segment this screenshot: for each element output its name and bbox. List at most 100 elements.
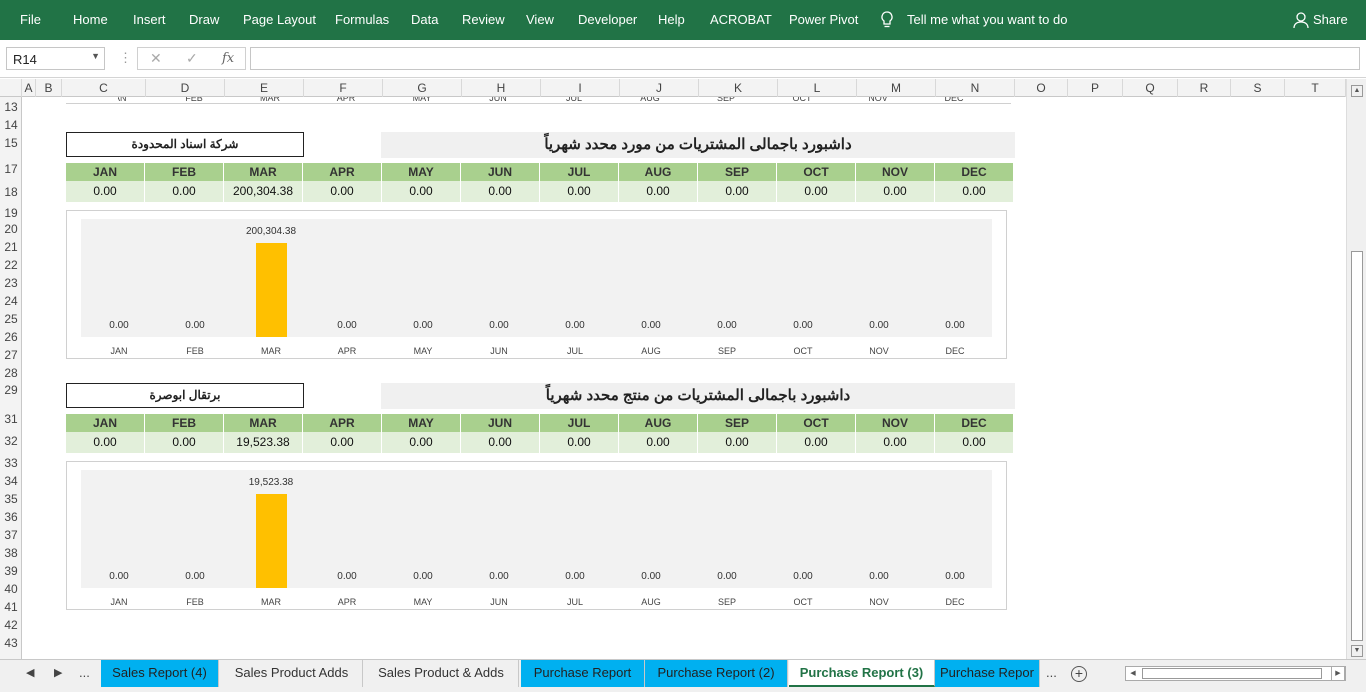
dashboard2-bar-mar[interactable] — [256, 494, 287, 588]
ribbon-tab-review[interactable]: Review — [462, 12, 505, 27]
dashboard1-value-sep[interactable]: 0.00 — [698, 181, 777, 202]
column-header-I[interactable]: I — [541, 79, 620, 97]
dashboard2-value-jun[interactable]: 0.00 — [461, 432, 540, 453]
sheet-tab-0[interactable]: Sales Report (4) — [101, 660, 219, 687]
enter-icon[interactable]: ✓ — [186, 50, 198, 67]
dashboard1-value-mar[interactable]: 200,304.38 — [224, 181, 303, 202]
dashboard1-value-apr[interactable]: 0.00 — [303, 181, 382, 202]
dashboard2-value-feb[interactable]: 0.00 — [145, 432, 224, 453]
dashboard2-value-sep[interactable]: 0.00 — [698, 432, 777, 453]
sheet-more-left[interactable]: ... — [79, 665, 90, 680]
dashboard2-month-aug[interactable]: AUG — [619, 414, 698, 432]
row-header-38[interactable]: 38 — [0, 546, 22, 560]
tell-me-search[interactable]: Tell me what you want to do — [907, 12, 1067, 27]
row-header-21[interactable]: 21 — [0, 240, 22, 254]
add-sheet-icon[interactable]: + — [1071, 666, 1087, 682]
column-header-E[interactable]: E — [225, 79, 304, 97]
dashboard2-value-nov[interactable]: 0.00 — [856, 432, 935, 453]
dashboard1-value-jul[interactable]: 0.00 — [540, 181, 619, 202]
row-header-39[interactable]: 39 — [0, 564, 22, 578]
sheet-tab-3[interactable]: Purchase Report — [521, 660, 645, 687]
sheet-tab-5[interactable]: Purchase Report (3) — [789, 660, 935, 687]
dashboard2-month-feb[interactable]: FEB — [145, 414, 224, 432]
column-header-M[interactable]: M — [857, 79, 936, 97]
sheet-tab-4[interactable]: Purchase Report (2) — [645, 660, 788, 687]
dashboard2-month-oct[interactable]: OCT — [777, 414, 856, 432]
row-header-25[interactable]: 25 — [0, 312, 22, 326]
dashboard1-month-apr[interactable]: APR — [303, 163, 382, 181]
ribbon-tab-formulas[interactable]: Formulas — [335, 12, 389, 27]
sheet-tab-2[interactable]: Sales Product & Adds — [364, 660, 519, 687]
dashboard1-month-jul[interactable]: JUL — [540, 163, 619, 181]
ribbon-tab-page-layout[interactable]: Page Layout — [243, 12, 316, 27]
dashboard2-chart[interactable]: 0.00 0.00 19,523.38 0.00 0.00 0.00 0.00 0.00 0.0… — [66, 461, 1007, 610]
worksheet-grid[interactable]: JANFEBMARAPRMAYJUNJULAUGSEPOCTNOVDEC شرك… — [22, 97, 1346, 659]
row-header-28[interactable]: 28 — [0, 366, 22, 380]
row-header-15[interactable]: 15 — [0, 136, 22, 150]
dashboard1-value-feb[interactable]: 0.00 — [145, 181, 224, 202]
share-button[interactable]: Share — [1313, 12, 1348, 27]
name-box[interactable]: R14 ▼ — [6, 47, 105, 70]
column-header-J[interactable]: J — [620, 79, 699, 97]
select-all-corner[interactable] — [0, 79, 22, 97]
dashboard2-value-jan[interactable]: 0.00 — [66, 432, 145, 453]
dashboard1-bar-mar[interactable] — [256, 243, 287, 337]
sheet-tab-6[interactable]: Purchase Repor — [935, 660, 1040, 687]
dashboard1-month-dec[interactable]: DEC — [935, 163, 1014, 181]
dashboard2-month-sep[interactable]: SEP — [698, 414, 777, 432]
ribbon-tab-file[interactable]: File — [20, 12, 41, 27]
cancel-icon[interactable]: ✕ — [150, 50, 162, 67]
row-header-35[interactable]: 35 — [0, 492, 22, 506]
ribbon-tab-developer[interactable]: Developer — [578, 12, 637, 27]
dashboard1-month-aug[interactable]: AUG — [619, 163, 698, 181]
scroll-thumb[interactable] — [1351, 251, 1363, 641]
sheet-prev-icon[interactable]: ◀ — [26, 666, 34, 679]
row-header-32[interactable]: 32 — [0, 434, 22, 448]
column-header-O[interactable]: O — [1015, 79, 1068, 97]
dashboard1-value-nov[interactable]: 0.00 — [856, 181, 935, 202]
dashboard1-month-feb[interactable]: FEB — [145, 163, 224, 181]
row-header-40[interactable]: 40 — [0, 582, 22, 596]
dashboard2-value-may[interactable]: 0.00 — [382, 432, 461, 453]
dashboard2-value-aug[interactable]: 0.00 — [619, 432, 698, 453]
horizontal-scrollbar[interactable]: ◀ — [1125, 666, 1346, 681]
dashboard2-month-jul[interactable]: JUL — [540, 414, 619, 432]
ribbon-tab-acrobat[interactable]: ACROBAT — [710, 12, 772, 27]
sheet-tab-1[interactable]: Sales Product Adds — [221, 660, 363, 687]
column-header-K[interactable]: K — [699, 79, 778, 97]
dashboard1-month-jan[interactable]: JAN — [66, 163, 145, 181]
row-header-36[interactable]: 36 — [0, 510, 22, 524]
dashboard1-value-aug[interactable]: 0.00 — [619, 181, 698, 202]
row-header-29[interactable]: 29 — [0, 383, 22, 397]
ribbon-tab-home[interactable]: Home — [73, 12, 108, 27]
dashboard1-selector[interactable]: شركة اسناد المحدودة — [66, 132, 304, 157]
dashboard1-value-may[interactable]: 0.00 — [382, 181, 461, 202]
row-header-13[interactable]: 13 — [0, 100, 22, 114]
dashboard2-value-apr[interactable]: 0.00 — [303, 432, 382, 453]
dashboard2-selector[interactable]: برتقال ابوصرة — [66, 383, 304, 408]
scroll-right-icon[interactable]: ▶ — [1331, 666, 1345, 681]
ribbon-tab-insert[interactable]: Insert — [133, 12, 166, 27]
column-header-H[interactable]: H — [462, 79, 541, 97]
row-header-26[interactable]: 26 — [0, 330, 22, 344]
ribbon-tab-help[interactable]: Help — [658, 12, 685, 27]
ribbon-tab-data[interactable]: Data — [411, 12, 438, 27]
column-header-F[interactable]: F — [304, 79, 383, 97]
sheet-more-right[interactable]: ... — [1046, 665, 1057, 680]
dashboard2-value-mar[interactable]: 19,523.38 — [224, 432, 303, 453]
dashboard1-month-sep[interactable]: SEP — [698, 163, 777, 181]
dashboard2-value-jul[interactable]: 0.00 — [540, 432, 619, 453]
row-header-33[interactable]: 33 — [0, 456, 22, 470]
column-header-C[interactable]: C — [62, 79, 146, 97]
ribbon-tab-view[interactable]: View — [526, 12, 554, 27]
column-header-S[interactable]: S — [1231, 79, 1285, 97]
column-header-Q[interactable]: Q — [1123, 79, 1178, 97]
row-header-23[interactable]: 23 — [0, 276, 22, 290]
row-header-17[interactable]: 17 — [0, 162, 22, 176]
column-header-G[interactable]: G — [383, 79, 462, 97]
column-header-A[interactable]: A — [22, 79, 36, 97]
row-header-43[interactable]: 43 — [0, 636, 22, 650]
ribbon-tab-draw[interactable]: Draw — [189, 12, 219, 27]
formula-input[interactable] — [250, 47, 1360, 70]
vertical-scrollbar[interactable]: ▲ ▼ — [1346, 79, 1366, 659]
